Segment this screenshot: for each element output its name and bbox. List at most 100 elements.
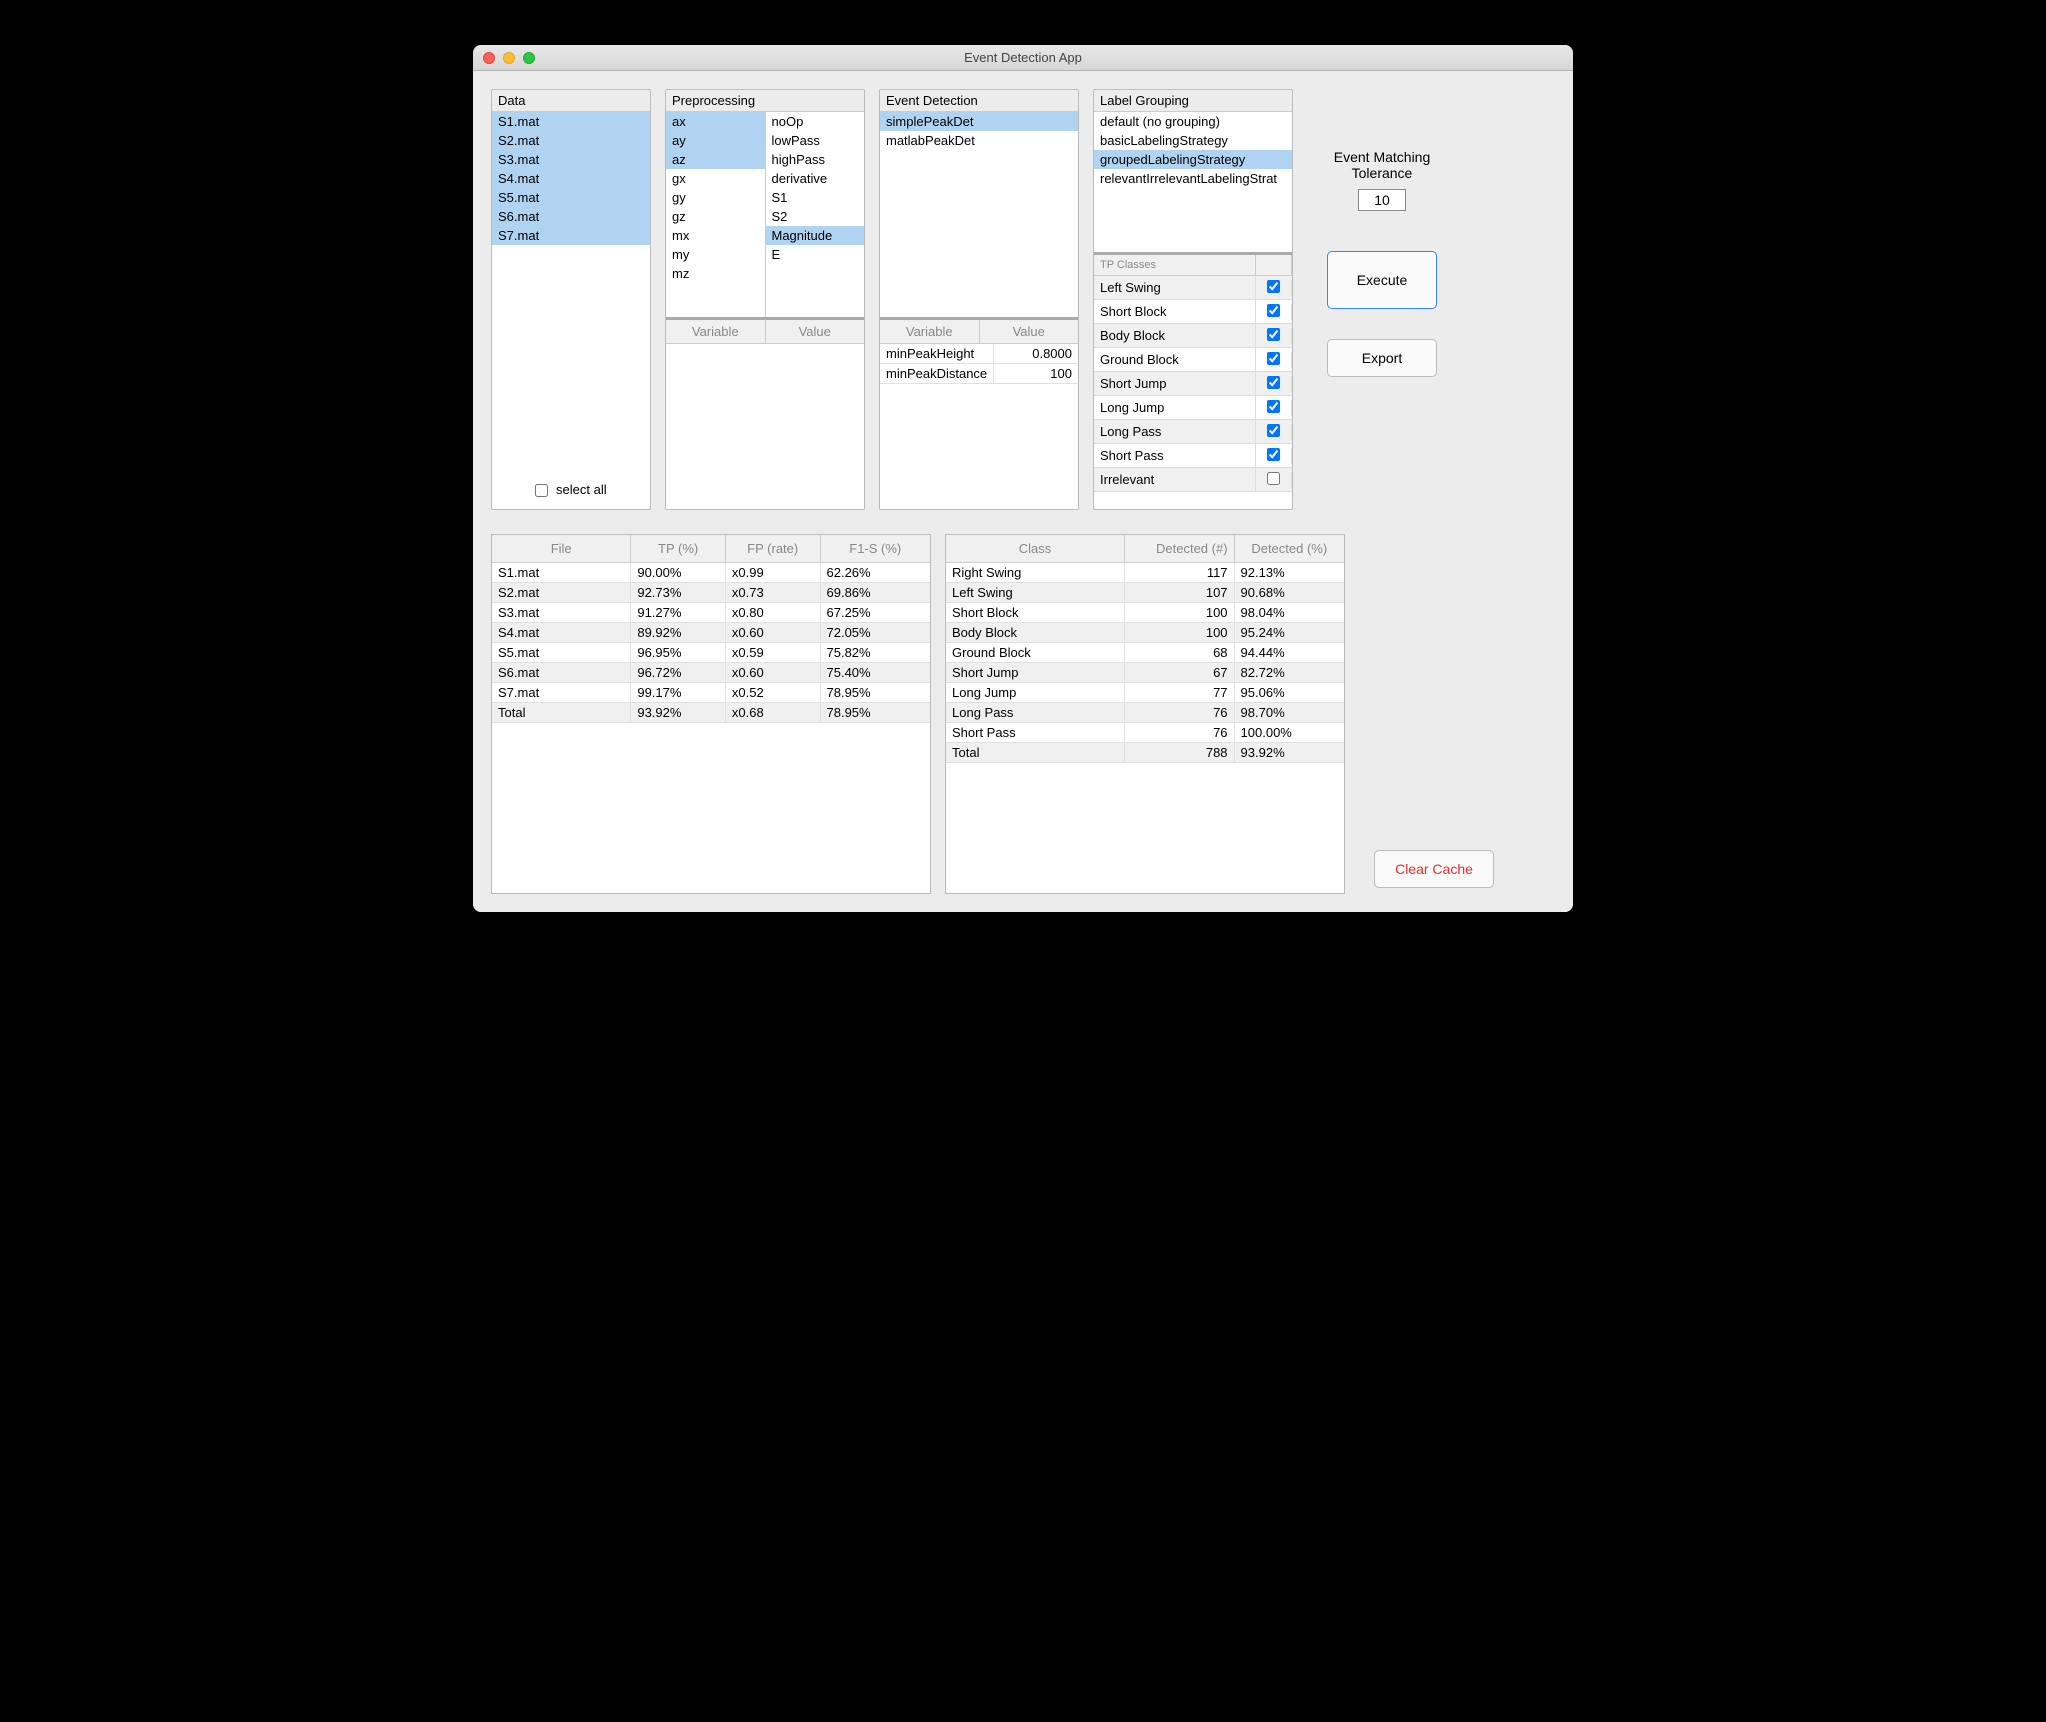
- tp-class-checkbox[interactable]: [1267, 472, 1280, 485]
- data-file-item[interactable]: S6.mat: [492, 207, 650, 226]
- cell-tp: 91.27%: [631, 603, 726, 622]
- tolerance-input[interactable]: [1358, 189, 1406, 211]
- tp-class-row: Long Pass: [1094, 420, 1292, 444]
- table-row[interactable]: S3.mat91.27%x0.8067.25%: [492, 603, 930, 623]
- signal-item[interactable]: gy: [666, 188, 765, 207]
- operation-item[interactable]: E: [766, 245, 865, 264]
- table-row[interactable]: Short Pass76100.00%: [946, 723, 1344, 743]
- execute-button[interactable]: Execute: [1327, 251, 1437, 309]
- cell-class: Total: [946, 743, 1125, 762]
- table-row[interactable]: S7.mat99.17%x0.5278.95%: [492, 683, 930, 703]
- cell-count: 68: [1125, 643, 1234, 662]
- table-row[interactable]: Body Block10095.24%: [946, 623, 1344, 643]
- table-row[interactable]: Short Block10098.04%: [946, 603, 1344, 623]
- var-col-header: Variable: [880, 320, 980, 343]
- operation-item[interactable]: highPass: [766, 150, 865, 169]
- strategy-item[interactable]: groupedLabelingStrategy: [1094, 150, 1292, 169]
- signal-item[interactable]: gx: [666, 169, 765, 188]
- titlebar: Event Detection App: [473, 45, 1573, 71]
- val-col-header: Value: [980, 320, 1079, 343]
- cell-class: Left Swing: [946, 583, 1125, 602]
- table-row[interactable]: S6.mat96.72%x0.6075.40%: [492, 663, 930, 683]
- table-row[interactable]: S2.mat92.73%x0.7369.86%: [492, 583, 930, 603]
- data-file-item[interactable]: S4.mat: [492, 169, 650, 188]
- table-row[interactable]: Left Swing10790.68%: [946, 583, 1344, 603]
- data-file-list[interactable]: S1.matS2.matS3.matS4.matS5.matS6.matS7.m…: [492, 112, 650, 464]
- strategy-item[interactable]: relevantIrrelevantLabelingStrat: [1094, 169, 1292, 188]
- var-name: minPeakDistance: [880, 364, 994, 383]
- cell-file: S3.mat: [492, 603, 631, 622]
- detection-method-item[interactable]: simplePeakDet: [880, 112, 1078, 131]
- signal-item[interactable]: ax: [666, 112, 765, 131]
- detection-method-list[interactable]: simplePeakDetmatlabPeakDet: [880, 112, 1078, 317]
- cell-f1: 67.25%: [821, 603, 931, 622]
- table-row[interactable]: Right Swing11792.13%: [946, 563, 1344, 583]
- tp-class-checkbox[interactable]: [1267, 448, 1280, 461]
- strategy-list[interactable]: default (no grouping)basicLabelingStrate…: [1094, 112, 1292, 252]
- cell-file: S6.mat: [492, 663, 631, 682]
- data-file-item[interactable]: S1.mat: [492, 112, 650, 131]
- table-row[interactable]: Short Jump6782.72%: [946, 663, 1344, 683]
- operation-item[interactable]: S1: [766, 188, 865, 207]
- tp-class-row: Long Jump: [1094, 396, 1292, 420]
- signal-item[interactable]: mx: [666, 226, 765, 245]
- cell-f1: 78.95%: [821, 703, 931, 722]
- var-row[interactable]: minPeakHeight0.8000: [880, 344, 1078, 364]
- signal-item[interactable]: az: [666, 150, 765, 169]
- tp-class-checkbox[interactable]: [1267, 280, 1280, 293]
- signal-item[interactable]: ay: [666, 131, 765, 150]
- table-row[interactable]: S1.mat90.00%x0.9962.26%: [492, 563, 930, 583]
- data-file-item[interactable]: S5.mat: [492, 188, 650, 207]
- class-results-body[interactable]: Right Swing11792.13%Left Swing10790.68%S…: [946, 563, 1344, 893]
- data-file-item[interactable]: S2.mat: [492, 131, 650, 150]
- operation-item[interactable]: noOp: [766, 112, 865, 131]
- clear-cache-button[interactable]: Clear Cache: [1374, 850, 1494, 888]
- tp-class-checkbox[interactable]: [1267, 352, 1280, 365]
- tp-class-checkbox[interactable]: [1267, 400, 1280, 413]
- table-row[interactable]: Long Jump7795.06%: [946, 683, 1344, 703]
- tp-class-checkbox[interactable]: [1267, 328, 1280, 341]
- strategy-item[interactable]: default (no grouping): [1094, 112, 1292, 131]
- data-file-item[interactable]: S3.mat: [492, 150, 650, 169]
- operation-item[interactable]: S2: [766, 207, 865, 226]
- operation-item[interactable]: Magnitude: [766, 226, 865, 245]
- cell-f1: 62.26%: [821, 563, 931, 582]
- signal-item[interactable]: gz: [666, 207, 765, 226]
- var-row[interactable]: minPeakDistance100: [880, 364, 1078, 384]
- cell-fp: x0.80: [726, 603, 821, 622]
- strategy-item[interactable]: basicLabelingStrategy: [1094, 131, 1292, 150]
- cell-pct: 95.06%: [1235, 683, 1344, 702]
- table-row[interactable]: Total78893.92%: [946, 743, 1344, 763]
- tp-class-label: Short Jump: [1094, 372, 1256, 395]
- col-f1: F1-S (%): [821, 535, 931, 562]
- data-file-item[interactable]: S7.mat: [492, 226, 650, 245]
- detection-method-item[interactable]: matlabPeakDet: [880, 131, 1078, 150]
- preprocessing-var-table: Variable Value: [666, 317, 864, 509]
- table-row[interactable]: Total93.92%x0.6878.95%: [492, 703, 930, 723]
- var-value[interactable]: 100: [994, 364, 1078, 383]
- var-value[interactable]: 0.8000: [994, 344, 1078, 363]
- export-button[interactable]: Export: [1327, 339, 1437, 377]
- cell-fp: x0.59: [726, 643, 821, 662]
- operation-list[interactable]: noOplowPasshighPassderivativeS1S2Magnitu…: [766, 112, 865, 317]
- label-grouping-title: Label Grouping: [1094, 90, 1292, 112]
- operation-item[interactable]: lowPass: [766, 131, 865, 150]
- tp-class-checkbox[interactable]: [1267, 376, 1280, 389]
- cell-count: 76: [1125, 703, 1234, 722]
- signal-list[interactable]: axayazgxgygzmxmymz: [666, 112, 766, 317]
- cell-fp: x0.99: [726, 563, 821, 582]
- select-all-checkbox[interactable]: [535, 484, 548, 497]
- table-row[interactable]: S5.mat96.95%x0.5975.82%: [492, 643, 930, 663]
- tp-class-checkbox[interactable]: [1267, 424, 1280, 437]
- tp-class-checkbox[interactable]: [1267, 304, 1280, 317]
- table-row[interactable]: Ground Block6894.44%: [946, 643, 1344, 663]
- app-window: Event Detection App Data S1.matS2.matS3.…: [473, 45, 1573, 912]
- operation-item[interactable]: derivative: [766, 169, 865, 188]
- cell-pct: 98.04%: [1235, 603, 1344, 622]
- signal-item[interactable]: mz: [666, 264, 765, 283]
- file-results-body[interactable]: S1.mat90.00%x0.9962.26%S2.mat92.73%x0.73…: [492, 563, 930, 893]
- table-row[interactable]: S4.mat89.92%x0.6072.05%: [492, 623, 930, 643]
- cell-tp: 90.00%: [631, 563, 726, 582]
- table-row[interactable]: Long Pass7698.70%: [946, 703, 1344, 723]
- signal-item[interactable]: my: [666, 245, 765, 264]
